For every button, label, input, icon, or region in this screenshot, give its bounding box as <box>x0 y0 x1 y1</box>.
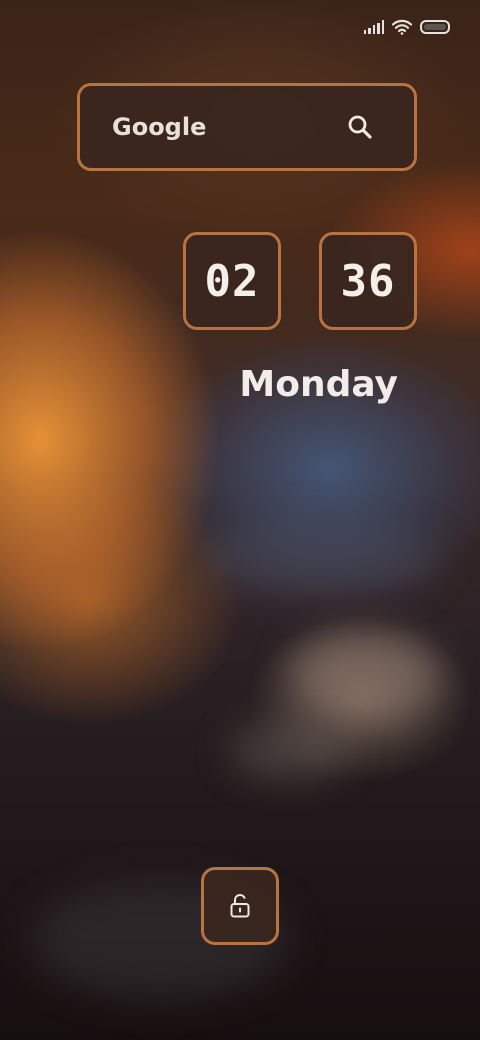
status-bar <box>363 16 450 38</box>
wifi-icon <box>392 19 412 35</box>
clock-minutes-box: 36 <box>319 232 417 330</box>
clock-minutes: 36 <box>340 255 396 307</box>
clock-hours: 02 <box>204 255 260 307</box>
wallpaper-cloud <box>290 630 440 720</box>
search-icon[interactable] <box>346 113 374 141</box>
day-label: Monday <box>239 364 398 405</box>
wallpaper-cloud <box>200 520 440 600</box>
google-search-bar[interactable]: Google <box>77 83 417 171</box>
signal-icon <box>363 20 384 34</box>
search-label: Google <box>112 113 207 141</box>
battery-icon <box>420 20 450 34</box>
clock-hours-box: 02 <box>183 232 281 330</box>
wallpaper-cloud <box>230 720 350 780</box>
unlock-button[interactable] <box>201 867 279 945</box>
unlock-icon <box>230 894 250 918</box>
